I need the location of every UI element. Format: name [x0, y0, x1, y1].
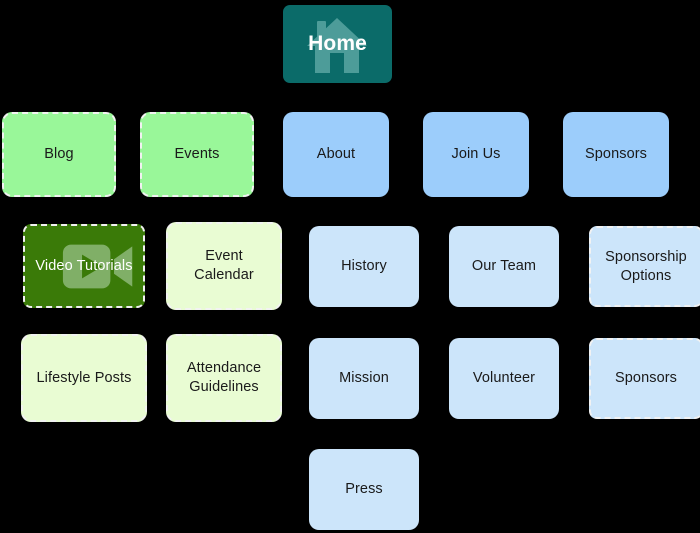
node-video-tutorials[interactable]: Video Tutorials — [23, 224, 145, 308]
node-sponsors-bottom[interactable]: Sponsors — [589, 338, 700, 419]
node-label-event-calendar: Event Calendar — [194, 248, 254, 283]
node-label-lifestyle-posts: Lifestyle Posts — [36, 369, 132, 386]
node-event-calendar[interactable]: Event Calendar — [166, 222, 282, 310]
node-our-team[interactable]: Our Team — [449, 226, 559, 307]
node-volunteer[interactable]: Volunteer — [449, 338, 559, 419]
node-label-home: Home — [308, 31, 367, 55]
node-blog[interactable]: Blog — [2, 112, 116, 197]
node-join-us[interactable]: Join Us — [423, 112, 529, 197]
node-label-sponsors-top: Sponsors — [584, 146, 648, 163]
node-label-sponsors-bottom: Sponsors — [614, 370, 678, 387]
node-label-volunteer: Volunteer — [472, 370, 536, 387]
node-label-press: Press — [345, 481, 383, 498]
node-mission[interactable]: Mission — [309, 338, 419, 419]
node-label-mission: Mission — [339, 370, 389, 387]
node-lifestyle-posts[interactable]: Lifestyle Posts — [21, 334, 147, 422]
node-sponsors-top[interactable]: Sponsors — [563, 112, 669, 197]
node-label-blog: Blog — [44, 146, 74, 163]
node-label-events: Events — [174, 146, 220, 163]
node-label-history: History — [341, 258, 387, 275]
node-home[interactable]: Home — [283, 5, 392, 83]
node-label-join-us: Join Us — [451, 146, 501, 163]
node-label-about: About — [316, 146, 356, 163]
node-attendance-guidelines[interactable]: Attendance Guidelines — [166, 334, 282, 422]
node-history[interactable]: History — [309, 226, 419, 307]
node-label-sponsorship-options: Sponsorship Options — [605, 248, 687, 284]
node-label-our-team: Our Team — [471, 258, 537, 275]
node-label-video-tutorials: Video Tutorials — [35, 257, 133, 274]
node-label-attendance-guidelines: Attendance Guidelines — [186, 360, 262, 395]
node-sponsorship-options[interactable]: Sponsorship Options — [589, 226, 700, 307]
node-press[interactable]: Press — [309, 449, 419, 530]
node-events[interactable]: Events — [140, 112, 254, 197]
node-about[interactable]: About — [283, 112, 389, 197]
diagram-canvas: Home Blog Events About Join Us Sponsors Video … — [0, 0, 700, 533]
